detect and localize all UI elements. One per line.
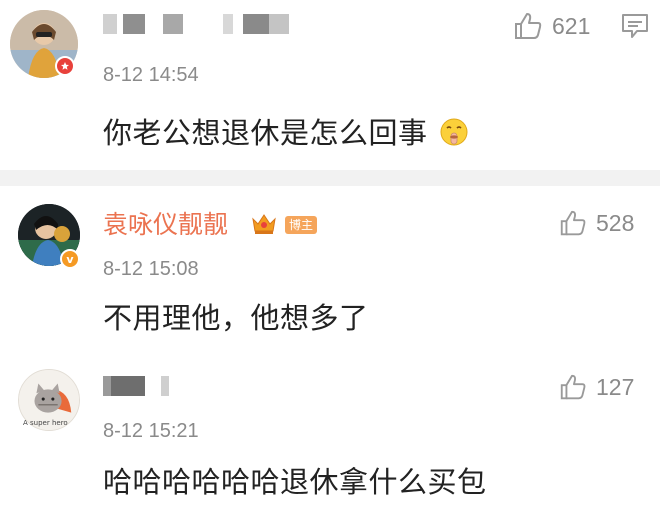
- verified-badge-icon: [55, 56, 75, 76]
- username[interactable]: 袁咏仪靓靓: [103, 210, 228, 240]
- username-redacted[interactable]: [103, 376, 169, 396]
- verified-badge-icon: v: [60, 249, 80, 269]
- comment-text: 你老公想退休是怎么回事: [103, 115, 469, 155]
- timestamp: 8-12 15:08: [103, 258, 199, 280]
- like-count: 127: [596, 373, 635, 400]
- reply-button[interactable]: [620, 12, 650, 44]
- thumbs-up-icon: [560, 210, 586, 236]
- like-button[interactable]: 528: [558, 208, 634, 238]
- comment-text: 不用理他，他想多了: [103, 301, 369, 335]
- comment-icon: [622, 14, 648, 38]
- section-separator: [0, 170, 660, 186]
- thumbs-up-icon: [560, 374, 586, 400]
- username-redacted[interactable]: [103, 14, 289, 34]
- comment-text: 哈哈哈哈哈哈退休拿什么买包: [103, 465, 487, 499]
- crown-icon: [250, 210, 278, 240]
- comment-item: A super hero 8-12 15:21 哈哈哈哈哈哈退休拿什么买包 12…: [0, 352, 660, 511]
- shush-face-icon: [439, 117, 469, 155]
- like-button[interactable]: 127: [558, 372, 634, 402]
- like-count: 528: [596, 209, 635, 236]
- like-count: 621: [552, 12, 591, 39]
- comment-item: 8-12 14:54 你老公想退休是怎么回事 621: [0, 0, 660, 170]
- timestamp: 8-12 14:54: [103, 64, 199, 86]
- thumbs-up-icon: [515, 13, 542, 39]
- comment-item: v 袁咏仪靓靓 博主 8-12 15:08 不用理他，他想多了 528: [0, 186, 660, 352]
- comment-text-body: 你老公想退休是怎么回事: [103, 116, 428, 150]
- host-tag: 博主: [285, 216, 318, 234]
- avatar-caption: A super hero: [23, 419, 68, 427]
- timestamp: 8-12 15:21: [103, 420, 199, 442]
- like-button[interactable]: 621: [512, 10, 590, 42]
